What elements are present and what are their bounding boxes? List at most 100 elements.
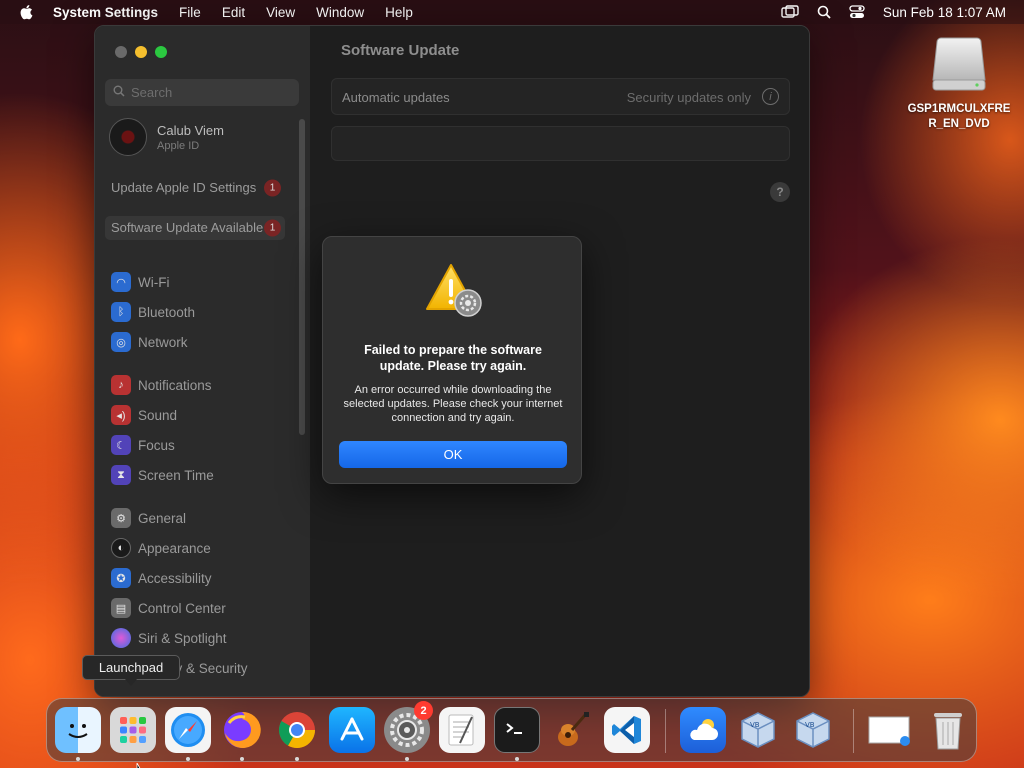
bluetooth-icon: ᛒ [111, 302, 131, 322]
virtualbox-icon[interactable]: VB [735, 707, 781, 753]
sidebar-item-general[interactable]: ⚙ General [111, 508, 186, 528]
sidebar-item-label: Screen Time [138, 467, 214, 483]
warning-icon [423, 261, 487, 321]
svg-text:VB: VB [805, 721, 815, 729]
notice-label: Update Apple ID Settings [111, 180, 257, 195]
automatic-updates-row[interactable]: Automatic updates Security updates only … [331, 78, 790, 115]
textedit-icon[interactable] [439, 707, 485, 753]
apple-id-account[interactable]: Calub Viem Apple ID [109, 118, 224, 156]
sidebar-item-label: Appearance [138, 540, 211, 556]
sidebar-item-label: Bluetooth [138, 304, 196, 320]
sidebar-item-wifi[interactable]: ◠ Wi-Fi [111, 272, 169, 292]
control-center-icon[interactable] [849, 5, 865, 19]
sidebar-item-network[interactable]: ◎ Network [111, 332, 188, 352]
vscode-icon[interactable] [604, 707, 650, 753]
apple-menu-icon[interactable] [18, 4, 34, 20]
siri-icon [111, 628, 131, 648]
accessibility-icon: ✪ [111, 568, 131, 588]
sidebar-item-label: Notifications [138, 377, 212, 393]
update-status-row [331, 126, 790, 161]
automatic-updates-label: Automatic updates [342, 90, 450, 105]
sidebar-item-label: Control Center [138, 600, 226, 616]
sidebar-item-software-update-available[interactable]: Software Update Available 1 [105, 216, 285, 240]
desktop-disk-image[interactable]: GSP1RMCULXFRE R_EN_DVD [900, 34, 1018, 132]
firefox-icon[interactable] [219, 707, 265, 753]
mouse-pointer-icon [136, 760, 146, 768]
sidebar-item-label: Accessibility [138, 570, 212, 586]
downloads-stack-icon[interactable] [867, 707, 913, 753]
info-icon[interactable]: i [762, 88, 779, 105]
menu-app-name[interactable]: System Settings [53, 5, 158, 20]
sidebar-item-appearance[interactable]: ◐ Appearance [111, 538, 211, 558]
notice-badge: 1 [264, 179, 281, 197]
finder-icon[interactable] [55, 707, 101, 753]
search-icon [113, 84, 125, 102]
wifi-icon: ◠ [111, 272, 131, 292]
sidebar-item-update-apple-id[interactable]: Update Apple ID Settings 1 [105, 176, 285, 200]
sidebar-item-label: Siri & Spotlight [138, 630, 227, 646]
zoom-button[interactable] [155, 46, 167, 58]
sidebar-item-notifications[interactable]: ♪ Notifications [111, 375, 212, 395]
gear-icon: ⚙ [111, 508, 131, 528]
notice-label: Software Update Available [111, 220, 264, 235]
alert-title: Failed to prepare the software update. P… [364, 343, 542, 373]
system-settings-dock-icon[interactable]: 2 [384, 701, 433, 753]
sidebar-item-siri-spotlight[interactable]: Siri & Spotlight [111, 628, 227, 648]
window-controls [115, 46, 167, 58]
account-subtitle: Apple ID [157, 139, 200, 152]
screen-mirroring-icon[interactable] [781, 5, 799, 19]
sidebar-item-accessibility[interactable]: ✪ Accessibility [111, 568, 212, 588]
trash-icon[interactable] [925, 707, 971, 753]
finder-running-indicator [76, 757, 80, 761]
chrome-running-indicator [295, 757, 299, 761]
close-button[interactable] [115, 46, 127, 58]
menu-file[interactable]: File [179, 5, 201, 20]
sidebar-scrollbar[interactable] [299, 119, 305, 435]
external-drive-icon [929, 34, 989, 94]
moon-icon: ☾ [111, 435, 131, 455]
sidebar-search-field[interactable]: Search [105, 79, 299, 106]
speaker-icon: ◂) [111, 405, 131, 425]
menubar-clock[interactable]: Sun Feb 18 1:07 AM [883, 5, 1006, 20]
sidebar-item-label: Focus [138, 437, 175, 453]
chrome-icon[interactable] [274, 707, 320, 753]
sidebar-item-label: Wi-Fi [138, 274, 170, 290]
search-icon[interactable] [817, 5, 831, 19]
bell-icon: ♪ [111, 375, 131, 395]
sidebar-item-control-center[interactable]: ▤ Control Center [111, 598, 226, 618]
system-settings-running-indicator [405, 757, 409, 761]
sidebar-item-sound[interactable]: ◂) Sound [111, 405, 177, 425]
firefox-running-indicator [240, 757, 244, 761]
safari-icon[interactable] [165, 707, 211, 753]
weather-icon[interactable] [680, 707, 726, 753]
virtualbox-vm-icon[interactable]: VB [790, 707, 836, 753]
help-button[interactable]: ? [770, 182, 790, 202]
control-center-icon: ▤ [111, 598, 131, 618]
menu-help[interactable]: Help [385, 5, 413, 20]
search-placeholder: Search [131, 85, 173, 100]
globe-icon: ◎ [111, 332, 131, 352]
launchpad-icon[interactable] [110, 707, 156, 753]
ok-button[interactable]: OK [339, 441, 567, 468]
hourglass-icon: ⧗ [111, 465, 131, 485]
avatar [109, 118, 147, 156]
safari-running-indicator [186, 757, 190, 761]
sidebar-item-label: Sound [138, 407, 178, 423]
menu-view[interactable]: View [266, 5, 295, 20]
sidebar-item-bluetooth[interactable]: ᛒ Bluetooth [111, 302, 195, 322]
sidebar-item-screen-time[interactable]: ⧗ Screen Time [111, 465, 214, 485]
sidebar-item-focus[interactable]: ☾ Focus [111, 435, 175, 455]
dock: 2 VB VB [46, 698, 977, 762]
launchpad-tooltip: Launchpad [82, 655, 180, 686]
dock-separator [665, 709, 666, 753]
menu-window[interactable]: Window [316, 5, 364, 20]
minimize-button[interactable] [135, 46, 147, 58]
menu-edit[interactable]: Edit [222, 5, 245, 20]
garageband-icon[interactable] [549, 707, 595, 753]
terminal-icon[interactable] [494, 707, 540, 753]
notice-badge: 1 [264, 219, 281, 237]
account-name: Calub Viem [157, 122, 224, 138]
svg-text:VB: VB [750, 721, 760, 729]
error-alert-dialog: Failed to prepare the software update. P… [322, 236, 582, 484]
app-store-icon[interactable] [329, 707, 375, 753]
